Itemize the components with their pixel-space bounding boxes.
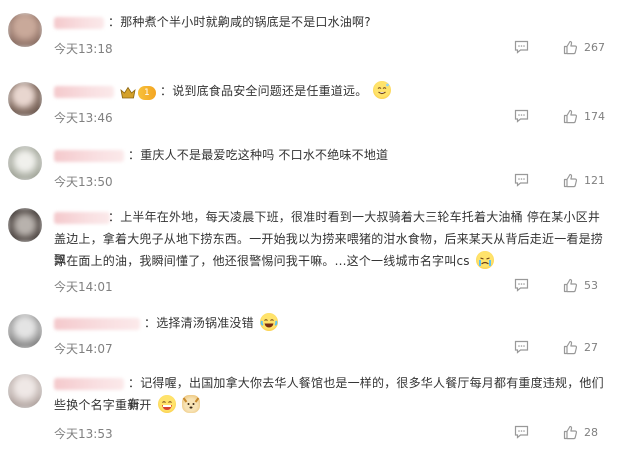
username-blurred[interactable] [54,318,140,330]
username-blurred[interactable] [54,378,124,390]
comment-body: 说到底食品安全问题还是任重道远。 [172,84,368,98]
comment-body: 重庆人不是最爱吃这种吗 不口水不绝味不地道 [140,148,389,162]
laughing-tears-emoji-icon [259,313,278,331]
like-button[interactable]: 267 [563,40,605,55]
reply-button[interactable] [514,340,529,354]
like-count: 174 [584,110,605,123]
thumbs-up-icon [563,425,578,440]
crying-face-emoji-icon [475,251,494,269]
reply-button[interactable] [514,425,529,439]
like-count: 121 [584,174,605,187]
avatar[interactable] [8,208,42,242]
comment-body-line1: 上半年在外地，每天凌晨下班，很准时看到一大叔骑着大三轮车托着大油桶 停在某小区井 [120,210,601,224]
like-count: 53 [584,279,598,292]
comment-time: 今天14:07 [54,342,113,356]
comment-icon [514,425,529,439]
comment-text-line2: 些换个名字重新开 [54,395,610,416]
comment-time: 今天13:18 [54,42,113,56]
comment-body: 那种煮个半小时就齁咸的锅底是不是口水油啊? [120,15,371,29]
grin-face-emoji-icon [157,395,176,413]
comment-text: ：选择清汤锅准没错 [144,313,624,334]
reply-button[interactable] [514,40,529,54]
reply-button[interactable] [514,278,529,292]
thumbs-up-icon [563,173,578,188]
comment-time: 今天14:01 [54,280,113,294]
level-badge: 1 [138,86,156,100]
dog-face-emoji-icon [181,395,200,413]
reply-button[interactable] [514,109,529,123]
comment-icon [514,40,529,54]
comment-time: 今天13:46 [54,111,113,125]
thumbs-up-icon [563,340,578,355]
avatar[interactable] [8,314,42,348]
comment-icon [514,173,529,187]
avatar[interactable] [8,146,42,180]
avatar[interactable] [8,13,42,47]
comment-text-line3: 浮在面上的油，我瞬间懂了，他还很警惕问我干嘛。...这个一线城市名字叫cs [54,251,614,272]
comment-text: ：说到底食品安全问题还是任重道远。 [160,81,624,102]
crown-icon [120,85,136,104]
thumbs-up-icon [563,278,578,293]
comment-icon [514,340,529,354]
like-count: 27 [584,341,598,354]
username-blurred[interactable] [54,150,124,162]
like-button[interactable]: 53 [563,278,598,293]
comment-icon [514,278,529,292]
thumbs-up-icon [563,109,578,124]
comment-text: ：上半年在外地，每天凌晨下班，很准时看到一大叔骑着大三轮车托着大油桶 停在某小区… [108,210,601,224]
comment-body-line3: 浮在面上的油，我瞬间懂了，他还很警惕问我干嘛。...这个一线城市名字叫cs [54,254,470,268]
comment-text: ：重庆人不是最爱吃这种吗 不口水不绝味不地道 [128,148,389,162]
like-count: 28 [584,426,598,439]
username-blurred[interactable] [54,17,104,29]
avatar[interactable] [8,82,42,116]
avatar[interactable] [8,374,42,408]
like-button[interactable]: 28 [563,425,598,440]
comment-time: 今天13:50 [54,175,113,189]
comment-body-line2: 些换个名字重新开 [54,398,152,412]
like-button[interactable]: 174 [563,109,605,124]
like-button[interactable]: 121 [563,173,605,188]
username-blurred[interactable] [54,212,110,224]
thumbs-up-icon [563,40,578,55]
comment-text: ：那种煮个半小时就齁咸的锅底是不是口水油啊? [108,15,371,29]
sweating-laugh-emoji-icon [373,81,392,99]
comment-icon [514,109,529,123]
like-button[interactable]: 27 [563,340,598,355]
reply-button[interactable] [514,173,529,187]
username-blurred[interactable] [54,86,114,98]
comment-body: 选择清汤锅准没错 [156,316,254,330]
like-count: 267 [584,41,605,54]
comment-time: 今天13:53 [54,427,113,441]
